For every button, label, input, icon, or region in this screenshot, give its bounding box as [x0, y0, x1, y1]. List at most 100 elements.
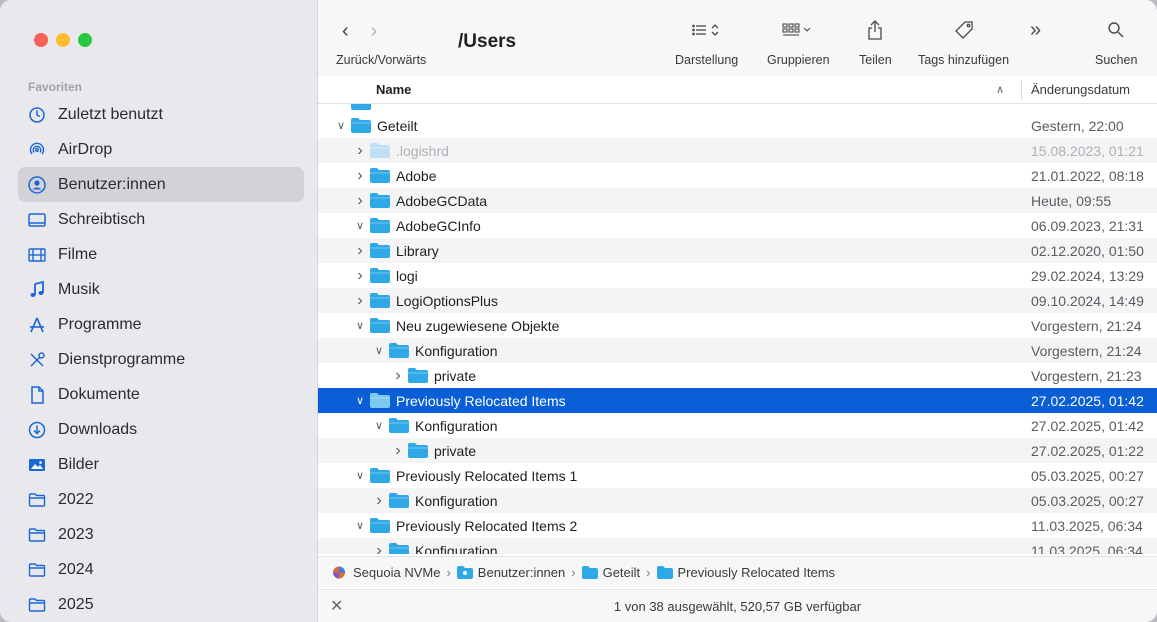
path-segment[interactable]: Previously Relocated Items [656, 565, 835, 580]
disclosure-collapsed-icon[interactable]: › [353, 267, 367, 285]
sidebar-item-programme[interactable]: Programme [18, 307, 304, 342]
file-row[interactable]: › LogiOptionsPlus 09.10.2024, 14:49 [318, 288, 1157, 313]
sidebar-item-benutzer-innen[interactable]: Benutzer:innen [18, 167, 304, 202]
sidebar-item-dokumente[interactable]: Dokumente [18, 377, 304, 412]
path-segment[interactable]: Sequoia NVMe [332, 565, 440, 580]
file-name: private [434, 367, 477, 384]
file-row[interactable]: › private 27.02.2025, 01:22 [318, 438, 1157, 463]
disclosure-expanded-icon[interactable]: ∨ [372, 344, 386, 357]
path-segment[interactable]: Benutzer:innen [456, 565, 565, 580]
search-icon [1107, 18, 1125, 42]
list-view-icon [691, 18, 722, 42]
column-divider[interactable] [1021, 80, 1022, 100]
sidebar-item-zuletzt-benutzt[interactable]: Zuletzt benutzt [18, 97, 304, 132]
search-button[interactable]: Suchen [1095, 18, 1137, 67]
disclosure-collapsed-icon[interactable]: › [372, 492, 386, 510]
folder-icon [389, 543, 409, 554]
file-row[interactable]: › Library 02.12.2020, 01:50 [318, 238, 1157, 263]
file-row[interactable]: › AdobeGCData Heute, 09:55 [318, 188, 1157, 213]
close-window-button[interactable] [34, 33, 48, 47]
file-date: 15.08.2023, 01:21 [1031, 142, 1144, 159]
view-button[interactable]: Darstellung [675, 18, 738, 67]
file-row[interactable]: ∨ AdobeGCInfo 06.09.2023, 21:31 [318, 213, 1157, 238]
file-row[interactable]: ∨ Previously Relocated Items 1 05.03.2025,… [318, 463, 1157, 488]
sidebar-item-label: Musik [58, 280, 100, 298]
file-row[interactable]: › Konfiguration 11.03.2025, 06:34 [318, 538, 1157, 554]
file-row[interactable]: ∨ Geteilt Gestern, 22:00 [318, 113, 1157, 138]
file-date: Gestern, 22:00 [1031, 117, 1124, 134]
disclosure-expanded-icon[interactable]: ∨ [353, 519, 367, 532]
back-icon[interactable]: ‹ [342, 20, 349, 43]
disclosure-expanded-icon[interactable]: ∨ [334, 119, 348, 132]
folder-icon [370, 168, 390, 183]
file-date: 27.02.2025, 01:42 [1031, 392, 1144, 409]
sidebar-item-2022[interactable]: 2022 [18, 482, 304, 517]
disclosure-expanded-icon[interactable]: ∨ [372, 419, 386, 432]
date-column-header[interactable]: Änderungsdatum [1031, 82, 1130, 97]
file-row[interactable]: › logi 29.02.2024, 13:29 [318, 263, 1157, 288]
column-header: Name ∧ Änderungsdatum [318, 76, 1157, 104]
folder-icon [389, 343, 409, 358]
more-button[interactable]: » [1030, 18, 1041, 53]
sidebar-item-schreibtisch[interactable]: Schreibtisch [18, 202, 304, 237]
sidebar-item-musik[interactable]: Musik [18, 272, 304, 307]
sidebar-item-2025[interactable]: 2025 [18, 587, 304, 622]
sidebar-item-bilder[interactable]: Bilder [18, 447, 304, 482]
sort-ascending-icon: ∧ [996, 84, 1005, 96]
sidebar-item-label: 2025 [58, 595, 94, 613]
sidebar-item-airdrop[interactable]: AirDrop [18, 132, 304, 167]
file-row[interactable]: ∨ Previously Relocated Items 2 11.03.2025,… [318, 513, 1157, 538]
user-icon [28, 175, 46, 194]
minimize-window-button[interactable] [56, 33, 70, 47]
disclosure-collapsed-icon[interactable]: › [391, 442, 405, 460]
sidebar-item-filme[interactable]: Filme [18, 237, 304, 272]
file-row[interactable]: ∨ Konfiguration Vorgestern, 21:24 [318, 338, 1157, 363]
file-row[interactable]: › Adobe 21.01.2022, 08:18 [318, 163, 1157, 188]
path-bar: Sequoia NVMe › Benutzer:innen › Geteilt › Prev… [318, 556, 1157, 588]
file-row[interactable]: ∨ Previously Relocated Items 27.02.2025, 0… [318, 388, 1157, 413]
disclosure-expanded-icon[interactable]: ∨ [353, 394, 367, 407]
file-name: private [434, 442, 477, 459]
disclosure-expanded-icon[interactable]: ∨ [353, 219, 367, 232]
disclosure-expanded-icon[interactable]: ∨ [353, 469, 367, 482]
file-row[interactable]: ∨ Konfiguration 27.02.2025, 01:42 [318, 413, 1157, 438]
folder-icon [581, 566, 598, 579]
tags-button[interactable]: Tags hinzufügen [918, 18, 1009, 67]
sidebar-item-downloads[interactable]: Downloads [18, 412, 304, 447]
file-row[interactable]: › .logishrd 15.08.2023, 01:21 [318, 138, 1157, 163]
file-row[interactable]: › Konfiguration 05.03.2025, 00:27 [318, 488, 1157, 513]
disclosure-collapsed-icon[interactable]: › [353, 192, 367, 210]
tags-label: Tags hinzufügen [918, 53, 1010, 67]
zoom-window-button[interactable] [78, 33, 92, 47]
forward-icon[interactable]: › [371, 20, 378, 43]
document-icon [28, 385, 46, 404]
group-icon [782, 18, 814, 42]
file-date: 11.03.2025, 06:34 [1031, 542, 1143, 555]
disclosure-collapsed-icon[interactable]: › [353, 142, 367, 160]
sidebar-item-label: 2024 [58, 560, 94, 578]
group-button[interactable]: Gruppieren [767, 18, 830, 67]
file-name: Neu zugewiesene Objekte [396, 317, 560, 334]
share-button[interactable]: Teilen [859, 18, 892, 67]
window-title: /Users [458, 31, 517, 52]
file-name: Konfiguration [415, 542, 498, 555]
name-column-header[interactable]: Name [376, 82, 411, 97]
disclosure-expanded-icon[interactable]: ∨ [353, 319, 367, 332]
sidebar-section-title: Favoriten [28, 80, 83, 94]
sidebar-item-2023[interactable]: 2023 [18, 517, 304, 552]
sidebar: Favoriten Zuletzt benutzt AirDrop Benutzer… [0, 0, 318, 622]
disclosure-collapsed-icon[interactable]: › [372, 542, 386, 555]
file-name: Konfiguration [415, 342, 498, 359]
file-row[interactable]: › private Vorgestern, 21:23 [318, 363, 1157, 388]
disclosure-collapsed-icon[interactable]: › [353, 167, 367, 185]
folder-icon [408, 443, 428, 458]
file-date: 29.02.2024, 13:29 [1031, 267, 1144, 284]
disclosure-collapsed-icon[interactable]: › [353, 242, 367, 260]
sidebar-item-2024[interactable]: 2024 [18, 552, 304, 587]
disclosure-collapsed-icon[interactable]: › [353, 292, 367, 310]
file-row[interactable]: ∨ Neu zugewiesene Objekte Vorgestern, 21:2… [318, 313, 1157, 338]
disclosure-collapsed-icon[interactable]: › [391, 367, 405, 385]
path-segment[interactable]: Geteilt [581, 565, 640, 580]
sidebar-item-dienstprogramme[interactable]: Dienstprogramme [18, 342, 304, 377]
folder-icon [28, 491, 46, 509]
